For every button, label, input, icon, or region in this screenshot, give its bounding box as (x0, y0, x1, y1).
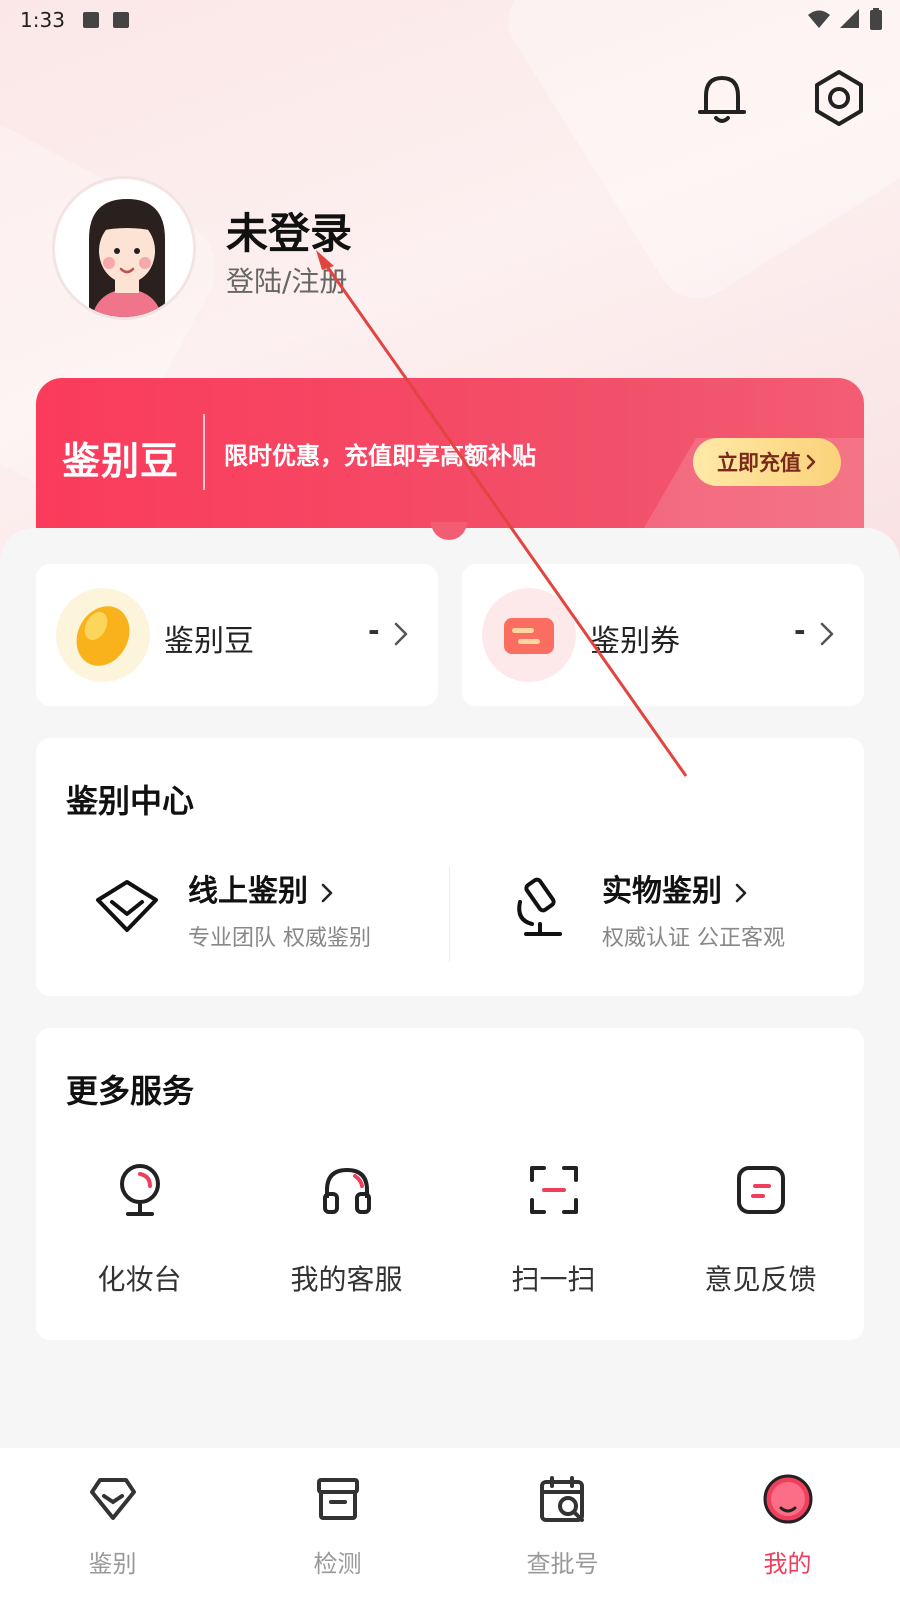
asset-value: - (368, 614, 380, 647)
headset-icon (323, 1167, 371, 1214)
image-notification-icon (82, 12, 99, 28)
chevron-right-icon (321, 883, 333, 902)
center-item-label: 线上鉴别 (188, 866, 336, 910)
bottom-tab-bar: 鉴别 检测 查批号 我的 (0, 1448, 900, 1600)
avatar[interactable] (52, 176, 196, 320)
feedback-icon (737, 1166, 785, 1214)
section-title: 鉴别中心 (66, 782, 195, 820)
tab-label: 查批号 (526, 1550, 599, 1578)
bell-icon[interactable] (692, 68, 752, 128)
identify-beans-card[interactable]: 鉴别豆 - (36, 564, 438, 706)
status-time: 1:33 (20, 8, 65, 32)
service-label: 我的客服 (290, 1263, 403, 1296)
service-makeup-table[interactable]: 化妆台 (36, 1154, 243, 1304)
scan-icon (530, 1166, 578, 1214)
signal-icon (840, 9, 859, 28)
app-notification-icon (112, 12, 129, 28)
recharge-promo-banner[interactable]: 鉴别豆 限时优惠，充值即享高额补贴 立即充值 (36, 378, 864, 528)
promo-divider (203, 414, 205, 490)
mirror-icon (120, 1164, 160, 1216)
tab-label: 我的 (763, 1550, 812, 1578)
physical-identify-entry[interactable]: 实物鉴别 权威认证 公正客观 (450, 858, 850, 978)
center-item-subtitle: 专业团队 权威鉴别 (188, 926, 371, 951)
decorative-shape (493, 0, 900, 314)
chevron-right-icon (394, 622, 408, 646)
service-feedback[interactable]: 意见反馈 (657, 1154, 864, 1304)
microscope-icon (517, 877, 562, 936)
center-item-subtitle: 权威认证 公正客观 (602, 926, 785, 951)
recharge-button-label: 立即充值 (717, 451, 801, 475)
diamond-icon (96, 880, 158, 932)
tab-label: 检测 (313, 1550, 362, 1578)
bean-icon (56, 588, 150, 682)
promo-logo: 鉴别豆 (62, 439, 180, 483)
username[interactable]: 未登录 (226, 200, 352, 261)
girl-avatar-illustration (55, 179, 193, 317)
chevron-right-icon (820, 622, 834, 646)
center-item-title: 实物鉴别 (602, 874, 722, 909)
asset-label: 鉴别豆 (164, 624, 254, 659)
section-title: 更多服务 (66, 1072, 195, 1110)
service-label: 意见反馈 (704, 1263, 817, 1296)
service-label: 扫一扫 (511, 1263, 596, 1296)
battery-icon (870, 8, 882, 30)
online-identify-entry[interactable]: 线上鉴别 专业团队 权威鉴别 (36, 858, 436, 978)
recharge-button[interactable]: 立即充值 (693, 438, 841, 486)
tab-batch-lookup[interactable]: 查批号 (450, 1448, 675, 1600)
coupon-icon (482, 588, 576, 682)
calendar-search-icon (540, 1476, 584, 1522)
box-icon (317, 1478, 359, 1520)
asset-value: - (794, 614, 806, 647)
diamond-icon (90, 1478, 136, 1520)
chevron-right-icon (806, 454, 816, 470)
wifi-icon (808, 10, 830, 28)
identify-coupons-card[interactable]: 鉴别券 - (462, 564, 864, 706)
login-register-link[interactable]: 登陆/注册 (226, 260, 347, 300)
status-bar: 1:33 (0, 0, 900, 40)
service-customer-support[interactable]: 我的客服 (243, 1154, 450, 1304)
center-item-label: 实物鉴别 (602, 866, 750, 910)
tab-detect[interactable]: 检测 (225, 1448, 450, 1600)
service-label: 化妆台 (97, 1263, 182, 1296)
tab-identify[interactable]: 鉴别 (0, 1448, 225, 1600)
chevron-right-icon (735, 883, 747, 902)
profile-icon (763, 1474, 813, 1524)
more-services-panel: 更多服务 化妆台 我的客服 扫一扫 意见反馈 (36, 1028, 864, 1340)
tab-label: 鉴别 (88, 1550, 137, 1578)
asset-label: 鉴别券 (590, 624, 680, 659)
status-indicators (808, 8, 882, 30)
tab-mine[interactable]: 我的 (675, 1448, 900, 1600)
settings-icon[interactable] (809, 68, 869, 128)
service-scan[interactable]: 扫一扫 (450, 1154, 657, 1304)
identify-center-panel: 鉴别中心 线上鉴别 专业团队 权威鉴别 实物鉴别 权威认证 公正客观 (36, 738, 864, 996)
center-item-title: 线上鉴别 (188, 874, 308, 909)
promo-text: 限时优惠，充值即享高额补贴 (224, 442, 536, 470)
